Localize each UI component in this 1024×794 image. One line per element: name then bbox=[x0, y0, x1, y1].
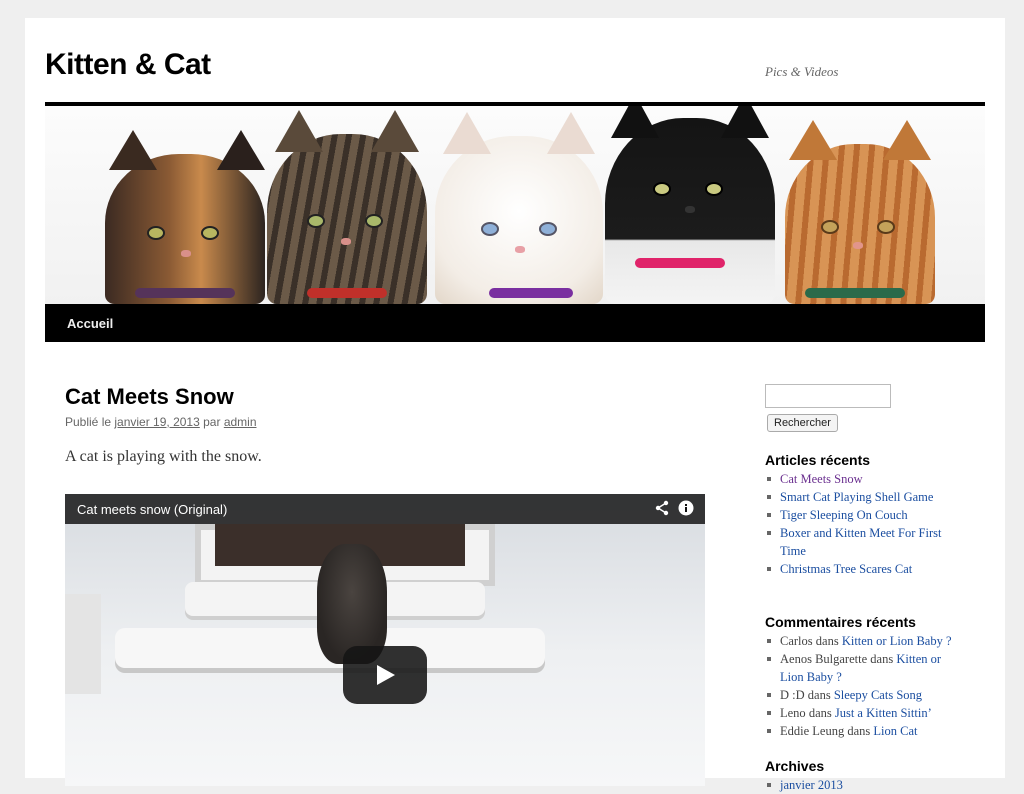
post-meta: Publié le janvier 19, 2013 par admin bbox=[65, 415, 257, 429]
post-date-link[interactable]: janvier 19, 2013 bbox=[114, 415, 199, 429]
list-item: Smart Cat Playing Shell Game bbox=[765, 488, 975, 506]
nav-item-accueil[interactable]: Accueil bbox=[67, 316, 113, 331]
recent-post-link[interactable]: Christmas Tree Scares Cat bbox=[780, 562, 912, 576]
recent-post-link[interactable]: Boxer and Kitten Meet For First bbox=[780, 526, 941, 540]
comment-author: Aenos Bulgarette bbox=[780, 652, 868, 666]
list-item: Christmas Tree Scares Cat bbox=[765, 560, 975, 578]
list-item: Tiger Sleeping On Couch bbox=[765, 506, 975, 524]
meta-by: par bbox=[203, 415, 221, 429]
recent-posts-list: Cat Meets Snow Smart Cat Playing Shell G… bbox=[765, 470, 975, 578]
list-item-continuation: Time bbox=[765, 542, 975, 560]
comment-author: Eddie Leung bbox=[780, 724, 845, 738]
list-item: Leno dans Just a Kitten Sittin’ bbox=[765, 704, 975, 722]
list-item: Cat Meets Snow bbox=[765, 470, 975, 488]
comment-post-link[interactable]: Lion Cat bbox=[873, 724, 917, 738]
recent-post-link[interactable]: Smart Cat Playing Shell Game bbox=[780, 490, 933, 504]
recent-post-link[interactable]: Tiger Sleeping On Couch bbox=[780, 508, 908, 522]
recent-posts-title: Articles récents bbox=[765, 452, 871, 468]
list-item-continuation: Lion Baby ? bbox=[765, 668, 975, 686]
page: Kitten & Cat Pics & Videos Accueil Cat M… bbox=[25, 18, 1005, 792]
cat-black bbox=[605, 106, 775, 304]
video-title[interactable]: Cat meets snow (Original) bbox=[77, 502, 227, 517]
comment-author: Leno bbox=[780, 706, 806, 720]
video-player[interactable]: Cat meets snow (Original) bbox=[65, 494, 705, 786]
site-title[interactable]: Kitten & Cat bbox=[45, 48, 211, 82]
cat-calico bbox=[105, 130, 265, 304]
comment-post-link[interactable]: Lion Baby ? bbox=[780, 670, 842, 684]
comment-post-link[interactable]: Sleepy Cats Song bbox=[834, 688, 922, 702]
comment-connector: dans bbox=[870, 652, 894, 666]
archive-link[interactable]: janvier 2013 bbox=[780, 778, 843, 792]
video-title-bar: Cat meets snow (Original) bbox=[65, 494, 705, 524]
comment-author: Carlos bbox=[780, 634, 813, 648]
recent-post-link[interactable]: Cat Meets Snow bbox=[780, 472, 863, 486]
share-icon[interactable] bbox=[653, 500, 671, 518]
header-banner-image[interactable] bbox=[45, 106, 985, 304]
archives-list: janvier 2013 bbox=[765, 776, 975, 794]
post-content: A cat is playing with the snow. bbox=[65, 448, 262, 465]
comment-connector: dans bbox=[807, 688, 831, 702]
comment-author: D :D bbox=[780, 688, 805, 702]
recent-post-link[interactable]: Time bbox=[780, 544, 806, 558]
post-title[interactable]: Cat Meets Snow bbox=[65, 384, 234, 410]
play-icon bbox=[377, 665, 395, 685]
cat-white bbox=[435, 112, 603, 304]
comment-connector: dans bbox=[815, 634, 839, 648]
archives-title: Archives bbox=[765, 758, 825, 774]
comment-post-link[interactable]: Just a Kitten Sittin’ bbox=[835, 706, 932, 720]
info-icon[interactable] bbox=[677, 500, 695, 518]
play-button[interactable] bbox=[343, 646, 427, 704]
cat-tabby bbox=[267, 110, 427, 304]
list-item: Eddie Leung dans Lion Cat bbox=[765, 722, 975, 740]
list-item: janvier 2013 bbox=[765, 776, 975, 794]
comment-post-link[interactable]: Kitten or bbox=[896, 652, 941, 666]
comment-post-link[interactable]: Kitten or Lion Baby ? bbox=[842, 634, 952, 648]
recent-comments-title: Commentaires récents bbox=[765, 614, 916, 630]
list-item: Carlos dans Kitten or Lion Baby ? bbox=[765, 632, 975, 650]
main-nav: Accueil bbox=[45, 304, 985, 342]
video-left-post bbox=[65, 594, 101, 694]
meta-prefix: Publié le bbox=[65, 415, 112, 429]
comment-connector: dans bbox=[808, 706, 832, 720]
post-author-link[interactable]: admin bbox=[224, 415, 257, 429]
search-input[interactable] bbox=[765, 384, 891, 408]
list-item: Aenos Bulgarette dans Kitten or bbox=[765, 650, 975, 668]
recent-comments-list: Carlos dans Kitten or Lion Baby ? Aenos … bbox=[765, 632, 975, 740]
list-item: D :D dans Sleepy Cats Song bbox=[765, 686, 975, 704]
list-item: Boxer and Kitten Meet For First bbox=[765, 524, 975, 542]
comment-connector: dans bbox=[847, 724, 871, 738]
search-button[interactable]: Rechercher bbox=[767, 414, 838, 432]
site-description: Pics & Videos bbox=[765, 64, 839, 79]
cat-ginger bbox=[785, 120, 935, 304]
